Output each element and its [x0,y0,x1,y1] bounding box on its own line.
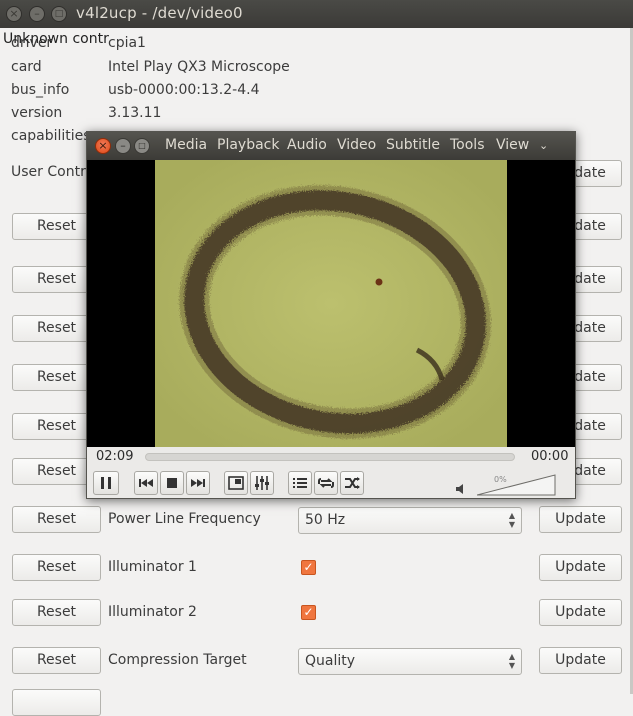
extended-settings-button[interactable] [250,471,274,495]
reset-illuminator-1-button[interactable]: Reset [12,554,101,581]
fullscreen-icon [228,476,244,490]
unknown-control-text: Unknown contr [3,31,109,47]
vlc-window[interactable]: × – □ Media Playback Audio Video Subtitl… [86,131,576,499]
pause-icon [101,477,111,489]
shuffle-icon [345,477,360,489]
compression-target-value: Quality [305,653,356,669]
pause-button[interactable] [93,471,119,495]
window-title: v4l2ucp - /dev/video0 [76,4,243,22]
menu-audio[interactable]: Audio [287,137,327,153]
user-controls-heading: User Contro [11,164,95,180]
update-illuminator-2-button[interactable]: Update [539,599,622,626]
compression-target-label: Compression Target [108,652,247,668]
volume-slider[interactable] [477,474,557,496]
previous-icon [139,479,153,487]
window-close-button[interactable]: × [6,6,22,22]
video-area[interactable] [87,160,575,447]
speaker-icon[interactable] [455,483,467,495]
fullscreen-button[interactable] [224,471,248,495]
menu-tools[interactable]: Tools [450,137,485,153]
illuminator-1-label: Illuminator 1 [108,559,197,575]
vlc-minimize-button[interactable]: – [115,138,131,154]
window-titlebar[interactable]: × – □ v4l2ucp - /dev/video0 [0,0,633,28]
reset-power-line-frequency-button[interactable]: Reset [12,506,101,533]
next-icon [191,479,205,487]
update-power-line-frequency-button[interactable]: Update [539,506,622,533]
info-value-bus-info: usb-0000:00:13.2-4.4 [108,82,260,98]
checkmark-icon: ✓ [303,560,314,574]
microscope-video-frame [155,160,507,447]
info-label-card: card [11,59,42,75]
shuffle-button[interactable] [340,471,364,495]
equalizer-sliders-icon [255,476,269,490]
info-value-version: 3.13.11 [108,105,162,121]
menu-subtitle[interactable]: Subtitle [386,137,440,153]
spin-arrows-icon: ▲ ▼ [508,511,515,529]
illuminator-1-checkbox[interactable]: ✓ [301,560,316,575]
info-value-driver: cpia1 [108,35,146,51]
next-button[interactable] [186,471,210,495]
reset-compression-target-button[interactable]: Reset [12,647,101,674]
info-label-capabilities: capabilities [11,128,91,144]
seek-bar[interactable] [145,453,515,461]
remaining-time: 00:00 [531,449,569,464]
menu-playback[interactable]: Playback [217,137,279,153]
spin-arrows-icon: ▲ ▼ [508,652,515,670]
vlc-maximize-button[interactable]: □ [134,138,150,154]
menu-view[interactable]: View [496,137,529,153]
menu-media[interactable]: Media [165,137,207,153]
vlc-close-button[interactable]: × [95,138,111,154]
update-illuminator-1-button[interactable]: Update [539,554,622,581]
playlist-button[interactable] [288,471,312,495]
info-value-card: Intel Play QX3 Microscope [108,59,290,75]
stop-button[interactable] [160,471,184,495]
info-label-bus-info: bus_info [11,82,70,98]
illuminator-2-label: Illuminator 2 [108,604,197,620]
playlist-icon [293,478,307,488]
menu-video[interactable]: Video [337,137,376,153]
menu-overflow-chevron-icon[interactable]: ⌄ [539,139,548,152]
reset-button[interactable] [12,689,101,716]
compression-target-select[interactable]: Quality ▲ ▼ [298,648,522,675]
illuminator-2-checkbox[interactable]: ✓ [301,605,316,620]
power-line-frequency-label: Power Line Frequency [108,511,261,527]
loop-icon [318,478,334,488]
loop-button[interactable] [314,471,338,495]
stop-icon [167,478,177,488]
power-line-frequency-select[interactable]: 50 Hz ▲ ▼ [298,507,522,534]
reset-illuminator-2-button[interactable]: Reset [12,599,101,626]
previous-button[interactable] [134,471,158,495]
checkmark-icon: ✓ [303,605,314,619]
vlc-menubar[interactable]: × – □ Media Playback Audio Video Subtitl… [87,132,575,160]
elapsed-time: 02:09 [96,449,134,464]
window-minimize-button[interactable]: – [29,6,45,22]
window-maximize-button[interactable]: □ [51,6,67,22]
power-line-frequency-value: 50 Hz [305,512,346,528]
info-label-version: version [11,105,63,121]
update-compression-target-button[interactable]: Update [539,647,622,674]
